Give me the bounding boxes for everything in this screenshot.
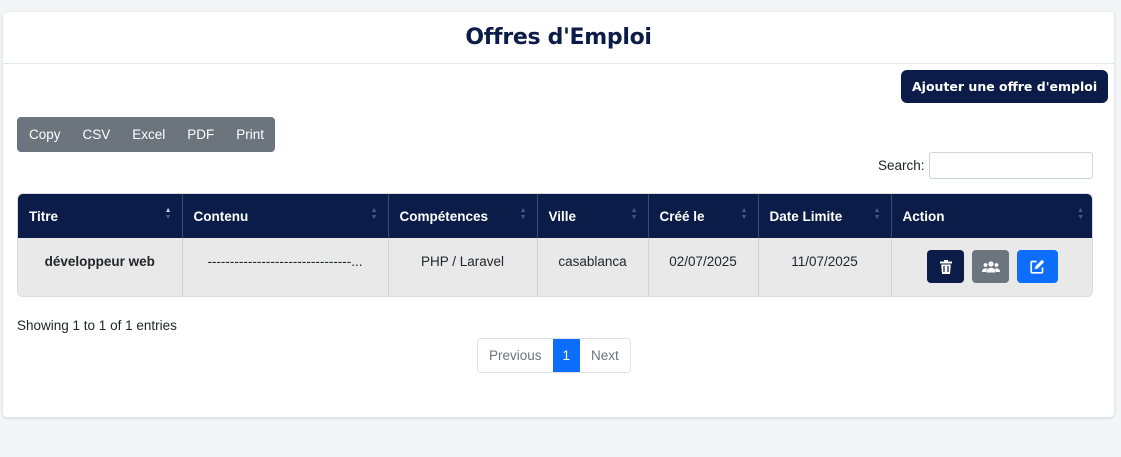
card-header: Offres d'Emploi xyxy=(3,12,1114,64)
column-header-label: Action xyxy=(902,208,945,224)
sort-icon: ▲ ▼ xyxy=(873,207,881,221)
sort-asc-icon: ▲ ▼ xyxy=(164,207,172,221)
column-header-label: Créé le xyxy=(659,208,705,224)
page-1-button[interactable]: 1 xyxy=(552,339,581,372)
sort-icon: ▲ ▼ xyxy=(630,207,638,221)
add-job-offer-button[interactable]: Ajouter une offre d'emploi xyxy=(901,70,1109,103)
column-header-ville[interactable]: Ville ▲ ▼ xyxy=(537,194,649,238)
next-page-button[interactable]: Next xyxy=(580,339,630,372)
users-icon xyxy=(981,260,1000,272)
column-header-label: Date Limite xyxy=(769,208,843,224)
csv-button[interactable]: CSV xyxy=(72,117,122,152)
export-button-group: Copy CSV Excel PDF Print xyxy=(17,117,276,152)
column-header-label: Compétences xyxy=(399,208,489,224)
cell-cree-le: 02/07/2025 xyxy=(648,238,759,296)
copy-button[interactable]: Copy xyxy=(17,117,72,152)
sort-icon: ▲ ▼ xyxy=(370,207,378,221)
edit-icon xyxy=(1030,259,1045,274)
table-info: Showing 1 to 1 of 1 entries xyxy=(17,318,177,333)
column-header-cree-le[interactable]: Créé le ▲ ▼ xyxy=(648,194,759,238)
trash-icon xyxy=(939,259,952,274)
column-header-competences[interactable]: Compétences ▲ ▼ xyxy=(388,194,538,238)
table-row: développeur web ------------------------… xyxy=(18,238,1092,296)
cell-ville: casablanca xyxy=(537,238,649,296)
column-header-contenu[interactable]: Contenu ▲ ▼ xyxy=(182,194,389,238)
pagination: Previous 1 Next xyxy=(477,338,631,373)
pdf-button[interactable]: PDF xyxy=(176,117,225,152)
sort-icon: ▲ ▼ xyxy=(740,207,748,221)
cell-contenu: --------------------------------... xyxy=(182,238,389,296)
excel-button[interactable]: Excel xyxy=(121,117,176,152)
column-header-label: Ville xyxy=(548,208,577,224)
column-header-label: Contenu xyxy=(193,208,249,224)
cell-titre: développeur web xyxy=(18,238,183,296)
cell-competences: PHP / Laravel xyxy=(388,238,538,296)
column-header-titre[interactable]: Titre ▲ ▼ xyxy=(18,194,183,238)
previous-page-button[interactable]: Previous xyxy=(478,339,553,372)
cell-date-limite: 11/07/2025 xyxy=(758,238,892,296)
sort-icon: ▲ ▼ xyxy=(519,207,527,221)
search-label: Search: xyxy=(878,158,925,173)
delete-button[interactable] xyxy=(927,250,965,283)
cell-actions xyxy=(891,238,1092,296)
candidates-button[interactable] xyxy=(972,250,1010,283)
job-offers-table: Titre ▲ ▼ Contenu ▲ ▼ Compétences ▲ ▼ Ville ▲ ▼ … xyxy=(17,193,1093,297)
edit-button[interactable] xyxy=(1017,250,1059,283)
print-button[interactable]: Print xyxy=(225,117,275,152)
sort-icon: ▲ ▼ xyxy=(1077,207,1084,221)
search-input[interactable] xyxy=(929,152,1093,179)
column-header-label: Titre xyxy=(29,208,59,224)
column-header-date-limite[interactable]: Date Limite ▲ ▼ xyxy=(758,194,892,238)
table-header-row: Titre ▲ ▼ Contenu ▲ ▼ Compétences ▲ ▼ Ville ▲ ▼ … xyxy=(18,194,1092,238)
page-title: Offres d'Emploi xyxy=(465,25,652,50)
column-header-action[interactable]: Action ▲ ▼ xyxy=(891,194,1092,238)
